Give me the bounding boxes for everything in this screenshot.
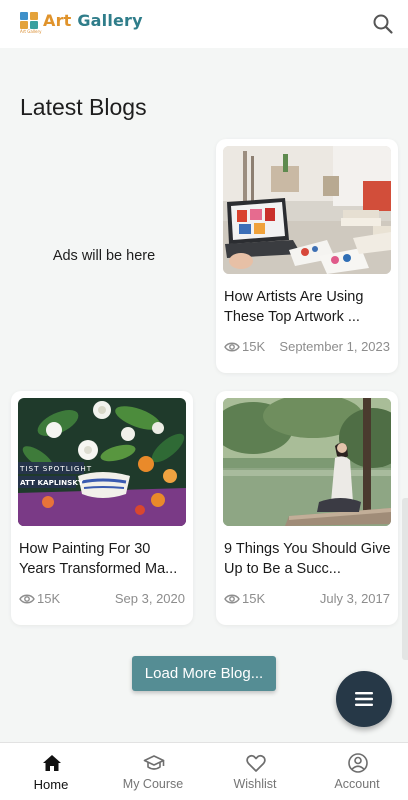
blog-card[interactable]: 9 Things You Should Give Up to Be a Succ…: [216, 391, 398, 625]
load-more-button[interactable]: Load More Blog...: [132, 656, 276, 691]
app-logo[interactable]: Art Gallery: [20, 12, 42, 34]
heart-icon: [246, 754, 266, 772]
view-count: 15K: [224, 591, 265, 606]
image-caption-line2: ATT KAPLINSKY: [20, 478, 84, 487]
brand-name: Art Gallery: [43, 11, 143, 30]
blog-card-title-line2: These Top Artwork ...: [224, 308, 360, 325]
eye-icon: [224, 594, 240, 603]
blog-card-image[interactable]: [223, 398, 391, 526]
blog-card-title-line1: How Painting For 30: [19, 541, 151, 557]
nav-item-account[interactable]: Account: [306, 743, 408, 800]
graduation-cap-icon: [143, 755, 165, 770]
nav-item-label: My Course: [122, 777, 184, 791]
blog-card-title-line2: Years Transformed Ma...: [19, 560, 178, 577]
home-icon: [43, 755, 61, 771]
account-icon: [348, 753, 368, 773]
ad-placeholder[interactable]: Ads will be here: [10, 140, 198, 372]
view-count: 15K: [19, 591, 60, 606]
menu-icon: [355, 692, 373, 706]
view-count-value: 15K: [37, 591, 61, 606]
view-count-value: 15K: [242, 339, 266, 354]
image-caption-line1: TIST SPOTLIGHT: [19, 464, 92, 473]
blog-card-image[interactable]: TIST SPOTLIGHT ATT KAPLINSKY: [18, 398, 186, 526]
top-bar: Art Gallery Art Gallery: [0, 0, 408, 48]
blog-card-image[interactable]: [223, 146, 391, 274]
logo-small-text: Art Gallery: [20, 29, 42, 34]
post-date: September 1, 2023: [279, 339, 390, 354]
ad-placeholder-text: Ads will be here: [52, 248, 156, 264]
blog-card-title[interactable]: How Artists Are Using These Top Artwork …: [224, 288, 392, 328]
edge-scroll-handle[interactable]: [402, 498, 408, 660]
search-icon: [373, 14, 393, 34]
logo-square-teal: [30, 21, 38, 29]
brand-name-part2: Gallery: [77, 11, 143, 30]
logo-square-orange-2: [20, 21, 28, 29]
eye-icon: [224, 342, 240, 351]
blog-card[interactable]: How Artists Are Using These Top Artwork …: [216, 139, 398, 373]
blog-card-title-line1: How Artists Are Using: [224, 289, 364, 305]
nav-item-my-course[interactable]: My Course: [102, 743, 204, 800]
search-button[interactable]: [370, 11, 396, 37]
nav-item-wishlist[interactable]: Wishlist: [204, 743, 306, 800]
bottom-navigation: Home My Course Wishlist Account: [0, 742, 408, 800]
view-count: 15K: [224, 339, 265, 354]
blog-card[interactable]: TIST SPOTLIGHT ATT KAPLINSKY How Paintin…: [11, 391, 193, 625]
nav-item-label: Wishlist: [233, 777, 277, 791]
post-date: Sep 3, 2020: [114, 591, 185, 606]
menu-fab-button[interactable]: [336, 671, 392, 727]
blog-card-title-line2: Up to Be a Succ...: [224, 560, 341, 577]
blog-card-title-line1: 9 Things You Should Give: [224, 541, 391, 557]
nav-item-label: Home: [33, 777, 69, 792]
logo-square-orange: [30, 12, 38, 20]
page-title: Latest Blogs: [20, 94, 147, 120]
view-count-value: 15K: [242, 591, 266, 606]
post-date: July 3, 2017: [319, 591, 390, 606]
nav-item-label: Account: [334, 777, 380, 791]
brand-name-part1: Art: [43, 11, 72, 30]
blog-card-title[interactable]: How Painting For 30 Years Transformed Ma…: [19, 540, 187, 580]
blog-card-title[interactable]: 9 Things You Should Give Up to Be a Succ…: [224, 540, 392, 580]
eye-icon: [19, 594, 35, 603]
nav-item-home[interactable]: Home: [0, 743, 102, 800]
logo-square-blue: [20, 12, 28, 20]
